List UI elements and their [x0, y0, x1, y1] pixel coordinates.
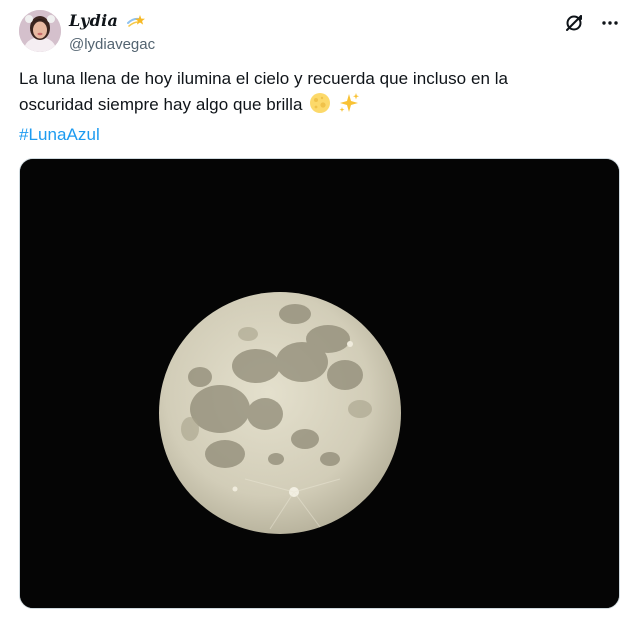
tweet-header: Lydia @lydiavegac	[19, 10, 621, 54]
hashtag-link[interactable]: #LunaAzul	[19, 122, 609, 148]
tweet-text: La luna llena de hoy ilumina el cielo y …	[19, 66, 609, 148]
tweet-text-line-1: La luna llena de hoy ilumina el cielo y …	[19, 69, 509, 88]
display-name-row[interactable]: Lydia	[69, 12, 155, 33]
full-moon-photo	[20, 159, 619, 608]
media-photo[interactable]	[19, 158, 620, 609]
grok-icon[interactable]	[563, 12, 585, 34]
tweet-text-line-2: oscuridad siempre hay algo que brilla	[19, 92, 609, 122]
shooting-star-icon	[126, 14, 145, 33]
tweet-text-line-2-text: oscuridad siempre hay algo que brilla	[19, 95, 303, 114]
sparkles-icon	[338, 92, 360, 122]
full-moon-icon	[309, 92, 331, 122]
header-actions	[563, 12, 621, 34]
more-options-icon[interactable]	[599, 12, 621, 34]
handle[interactable]: @lydiavegac	[69, 35, 155, 55]
author-names: Lydia @lydiavegac	[69, 12, 155, 55]
avatar[interactable]	[19, 10, 61, 52]
display-name[interactable]: Lydia	[69, 11, 118, 30]
